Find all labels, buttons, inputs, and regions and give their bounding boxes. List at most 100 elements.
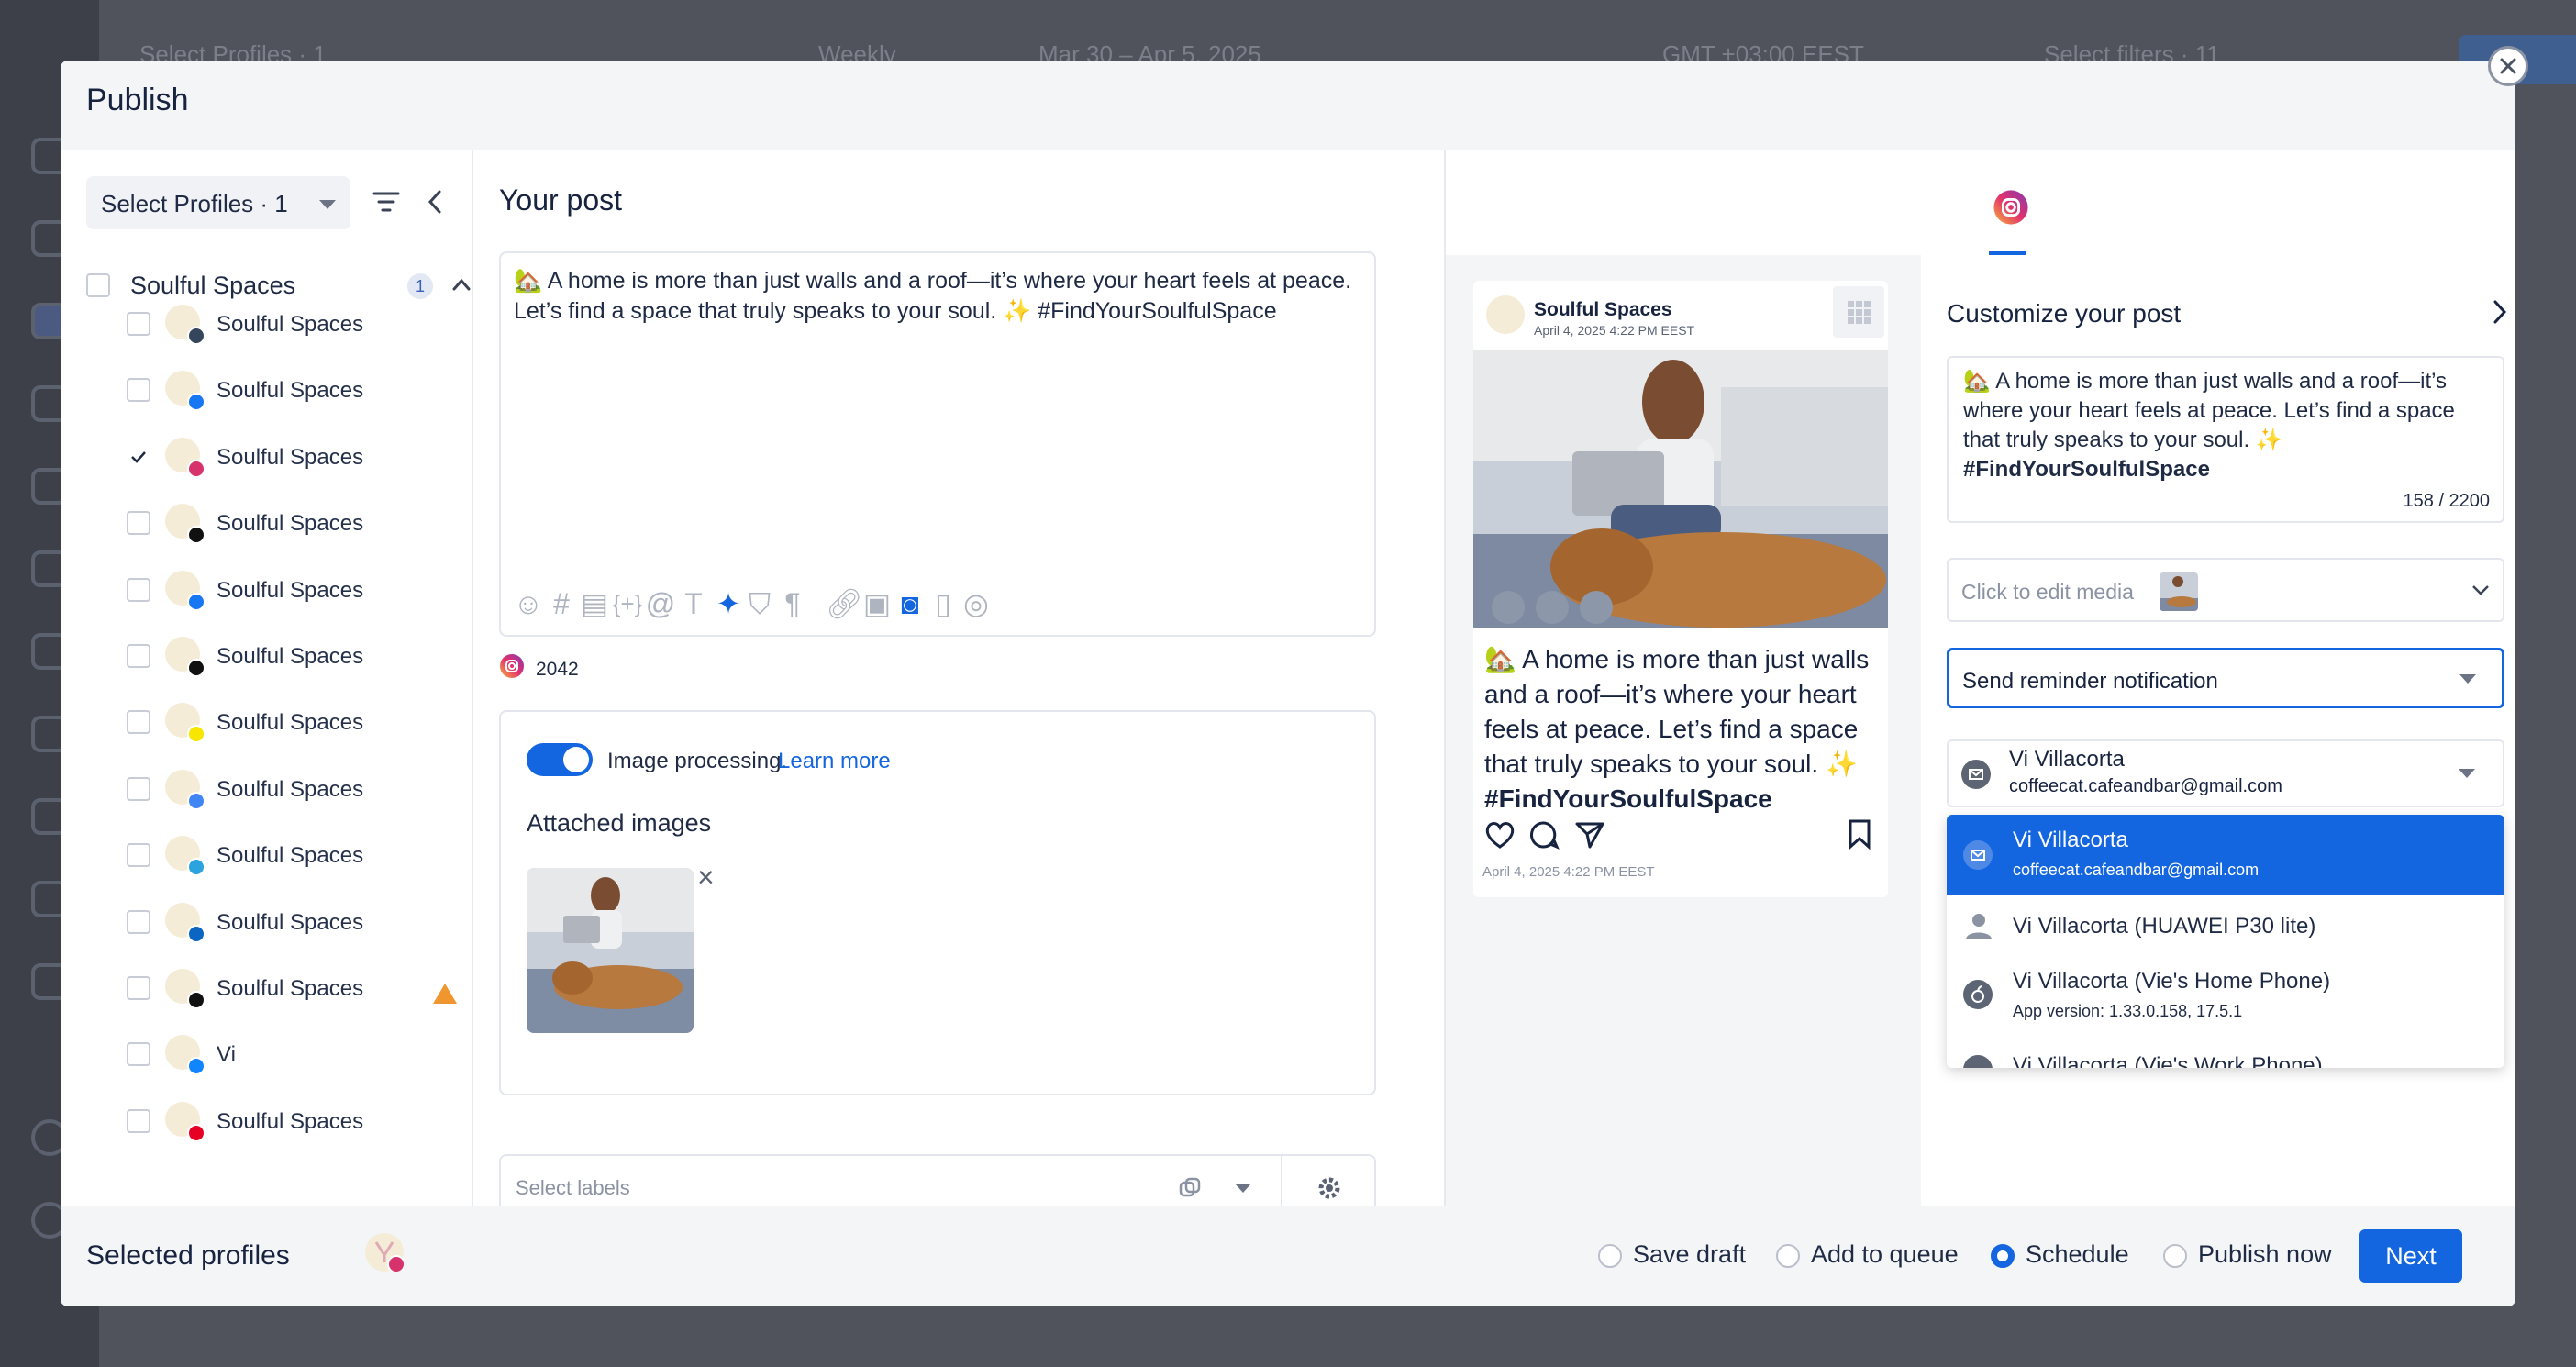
dropdown-option[interactable]: Vi Villacorta (Vie's Home Phone) App ver… <box>1947 956 2504 1035</box>
profile-row[interactable]: Soulful Spaces <box>127 434 475 480</box>
custom-caption-editor[interactable]: 🏡 A home is more than just walls and a r… <box>1947 356 2504 523</box>
background-toolbar: Select Profiles · 1 Weekly Mar 30 – Apr … <box>99 0 2576 84</box>
post-text[interactable]: 🏡 A home is more than just walls and a r… <box>514 266 1358 327</box>
save-draft-label[interactable]: Save draft <box>1633 1240 1746 1269</box>
chevron-right-icon[interactable] <box>2492 299 2508 325</box>
paragraph-icon[interactable]: ¶ <box>774 585 811 622</box>
custom-caption-text[interactable]: 🏡 A home is more than just walls and a r… <box>1963 367 2477 484</box>
attached-image-thumbnail[interactable] <box>527 868 694 1033</box>
preview-date-bottom: April 4, 2025 4:22 PM EEST <box>1482 864 1655 880</box>
profile-row[interactable]: Soulful Spaces <box>127 899 475 945</box>
link-icon[interactable]: 🔗︎ <box>826 585 863 622</box>
instagram-post-preview: Soulful Spaces April 4, 2025 4:22 PM EES… <box>1473 281 1888 897</box>
document-icon[interactable]: ▯ <box>925 585 961 622</box>
profile-select[interactable]: Select Profiles · 1 <box>86 176 350 229</box>
profile-checkbox[interactable] <box>127 444 150 469</box>
profile-checkbox[interactable] <box>127 843 150 868</box>
schedule-label[interactable]: Schedule <box>2026 1240 2129 1269</box>
video-icon[interactable]: ▣ <box>859 585 895 622</box>
next-button[interactable]: Next <box>2359 1229 2462 1283</box>
dropdown-option[interactable]: Vi Villacorta (Vie's Work Phone) <box>1947 1035 2504 1068</box>
add-to-queue-radio[interactable] <box>1776 1244 1800 1268</box>
learn-more-link[interactable]: Learn more <box>778 749 891 774</box>
close-button[interactable] <box>2488 46 2528 86</box>
profile-name: Soulful Spaces <box>217 909 364 935</box>
profile-checkbox[interactable] <box>127 378 150 403</box>
grid-icon[interactable] <box>1833 286 1884 338</box>
chevron-up-icon[interactable] <box>451 277 472 292</box>
post-text-editor[interactable]: 🏡 A home is more than just walls and a r… <box>499 251 1376 637</box>
profile-checkbox[interactable] <box>127 511 150 536</box>
edit-media-select[interactable]: Click to edit media <box>1947 558 2504 622</box>
divider <box>1281 1156 1282 1206</box>
profile-row[interactable]: Soulful Spaces <box>127 1098 475 1144</box>
gear-icon[interactable] <box>1317 1176 1341 1200</box>
preview-panel: Soulful Spaces April 4, 2025 4:22 PM EES… <box>1446 150 2515 1206</box>
pinterest-icon <box>187 1123 205 1142</box>
publish-now-label[interactable]: Publish now <box>2198 1240 2332 1269</box>
avatar[interactable] <box>365 1233 404 1272</box>
customize-panel: Customize your post 🏡 A home is more tha… <box>1921 255 2515 1206</box>
text-format-icon[interactable]: T <box>675 585 712 622</box>
hashtag-icon[interactable]: # <box>543 585 580 622</box>
profile-row[interactable]: Soulful Spaces <box>127 367 475 413</box>
modal-footer: Selected profiles Save draft Add to queu… <box>61 1206 2515 1306</box>
publish-modal: Publish Select Profiles · 1 Soulful Spac… <box>61 61 2515 1306</box>
camera-icon[interactable]: ◙ <box>892 585 928 622</box>
reminder-recipient-select[interactable]: Vi Villacorta coffeecat.cafeandbar@gmail… <box>1947 739 2504 807</box>
variables-icon[interactable]: {+} <box>609 585 646 622</box>
google-business-icon <box>187 791 205 810</box>
filter-icon[interactable] <box>372 191 400 213</box>
text-block-icon[interactable]: ▤ <box>576 585 613 622</box>
profile-checkbox[interactable] <box>127 710 150 735</box>
network-tabs <box>1446 150 2515 255</box>
profile-row[interactable]: Soulful Spaces <box>127 567 475 613</box>
profile-name: Soulful Spaces <box>217 776 364 802</box>
profile-checkbox[interactable] <box>127 644 150 668</box>
char-count-row: 2042 <box>499 653 579 686</box>
emoji-icon[interactable]: ☺ <box>510 585 547 622</box>
close-icon <box>2500 58 2516 74</box>
canva-icon[interactable]: ◎ <box>958 585 994 622</box>
your-post-title: Your post <box>499 183 623 217</box>
instagram-icon[interactable] <box>1993 189 2029 226</box>
avatar <box>165 570 205 611</box>
profile-name: Vi <box>217 1042 236 1068</box>
collapse-panel-icon[interactable] <box>426 189 444 215</box>
reminder-notification-select[interactable]: Send reminder notification <box>1947 648 2504 708</box>
profile-checkbox[interactable] <box>127 1108 150 1133</box>
save-draft-radio[interactable] <box>1598 1244 1622 1268</box>
profile-row[interactable]: Soulful Spaces <box>127 832 475 878</box>
profile-row[interactable]: Soulful Spaces <box>127 633 475 679</box>
publish-now-radio[interactable] <box>2163 1244 2187 1268</box>
group-checkbox[interactable] <box>86 273 110 297</box>
tags-icon[interactable] <box>1178 1176 1202 1200</box>
profile-checkbox[interactable] <box>127 1042 150 1067</box>
dropdown-option[interactable]: Vi Villacorta coffeecat.cafeandbar@gmail… <box>1947 815 2504 895</box>
shield-icon[interactable]: ⛉ <box>741 585 778 622</box>
profile-checkbox[interactable] <box>127 577 150 602</box>
share-icon <box>1575 822 1604 849</box>
profile-row[interactable]: Soulful Spaces <box>127 699 475 745</box>
person-icon <box>1966 914 1992 939</box>
profile-row[interactable]: Soulful Spaces <box>127 965 475 1011</box>
add-to-queue-label[interactable]: Add to queue <box>1811 1240 1959 1269</box>
image-processing-toggle[interactable] <box>527 743 593 776</box>
profile-row[interactable]: Soulful Spaces <box>127 301 475 347</box>
preview-caption: 🏡 A home is more than just walls and a r… <box>1484 642 1877 817</box>
dropdown-option[interactable]: Vi Villacorta (HUAWEI P30 lite) <box>1947 895 2504 956</box>
schedule-radio[interactable] <box>1991 1244 2015 1268</box>
profile-checkbox[interactable] <box>127 776 150 801</box>
labels-select[interactable]: Select labels <box>499 1154 1376 1206</box>
profile-checkbox[interactable] <box>127 976 150 1000</box>
profile-checkbox[interactable] <box>127 312 150 336</box>
profile-checkbox[interactable] <box>127 909 150 934</box>
profile-name: Soulful Spaces <box>217 710 364 736</box>
post-text-line: Let’s find a space that truly speaks to … <box>514 298 1277 324</box>
mention-icon[interactable]: @ <box>642 585 679 622</box>
remove-image-icon[interactable]: × <box>697 861 715 895</box>
profile-row[interactable]: Vi <box>127 1031 475 1077</box>
profile-row[interactable]: Soulful Spaces <box>127 766 475 812</box>
chevron-down-icon[interactable] <box>1235 1184 1251 1193</box>
profile-row[interactable]: Soulful Spaces <box>127 500 475 546</box>
